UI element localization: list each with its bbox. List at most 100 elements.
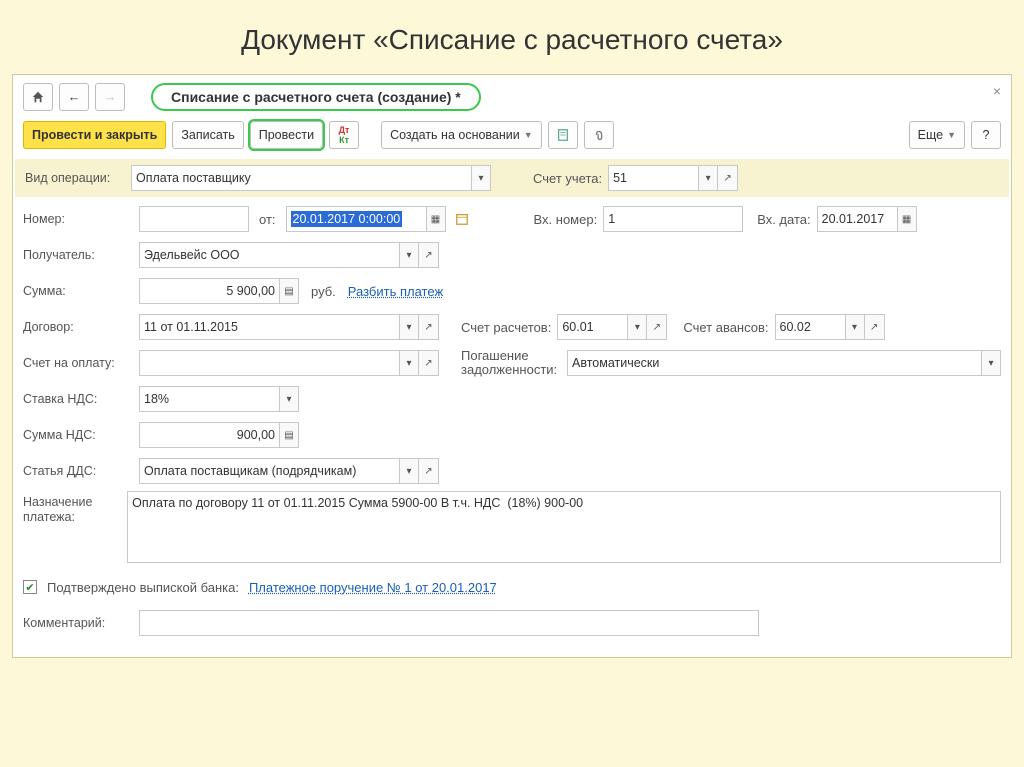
sum-input[interactable] xyxy=(139,278,279,304)
dds-label: Статья ДДС: xyxy=(23,464,133,478)
calculator-icon[interactable]: ▤ xyxy=(279,278,299,304)
bank-confirm-link[interactable]: Платежное поручение № 1 от 20.01.2017 xyxy=(249,580,497,595)
report-button[interactable] xyxy=(548,121,578,149)
acct-calc-label: Счет расчетов: xyxy=(461,320,551,335)
account-label: Счет учета: xyxy=(533,171,602,186)
contract-input[interactable] xyxy=(139,314,399,340)
help-button[interactable]: ? xyxy=(971,121,1001,149)
vat-sum-input[interactable] xyxy=(139,422,279,448)
chevron-down-icon[interactable]: ▾ xyxy=(698,165,718,191)
in-number-input[interactable] xyxy=(603,206,743,232)
chevron-down-icon: ▼ xyxy=(947,130,956,140)
chevron-down-icon[interactable]: ▾ xyxy=(399,458,419,484)
contract-combo[interactable]: ▾ ↗ xyxy=(139,314,439,340)
operation-type-input[interactable] xyxy=(131,165,471,191)
bank-confirm-row: ✔ Подтверждено выпиской банка: Платежное… xyxy=(23,571,1001,603)
open-icon[interactable]: ↗ xyxy=(647,314,667,340)
arrow-right-icon: → xyxy=(104,90,117,104)
chevron-down-icon[interactable]: ▾ xyxy=(471,165,491,191)
titlebar: ← → Списание с расчетного счета (создани… xyxy=(13,75,1011,117)
in-number-label: Вх. номер: xyxy=(534,212,598,227)
calendar2-icon[interactable] xyxy=(452,206,472,232)
paperclip-icon xyxy=(592,128,606,142)
split-payment-link[interactable]: Разбить платеж xyxy=(348,284,443,299)
close-icon[interactable]: × xyxy=(993,83,1001,99)
date-combo[interactable]: 20.01.2017 0:00:00 ▦ xyxy=(286,206,446,232)
acct-calc-input[interactable] xyxy=(557,314,627,340)
invoice-input[interactable] xyxy=(139,350,399,376)
open-icon[interactable]: ↗ xyxy=(419,350,439,376)
open-icon[interactable]: ↗ xyxy=(419,458,439,484)
purpose-textarea[interactable] xyxy=(127,491,1001,563)
sum-combo[interactable]: ▤ xyxy=(139,278,299,304)
open-icon[interactable]: ↗ xyxy=(865,314,885,340)
calendar-icon[interactable]: ▦ xyxy=(426,206,446,232)
home-button[interactable] xyxy=(23,83,53,111)
dds-input[interactable] xyxy=(139,458,399,484)
post-and-close-button[interactable]: Провести и закрыть xyxy=(23,121,166,149)
dtkt-button[interactable]: ДтКт xyxy=(329,121,359,149)
bank-confirm-checkbox[interactable]: ✔ xyxy=(23,580,37,594)
comment-input[interactable] xyxy=(139,610,759,636)
operation-type-label: Вид операции: xyxy=(25,171,125,185)
calculator-icon[interactable]: ▤ xyxy=(279,422,299,448)
forward-button[interactable]: → xyxy=(95,83,125,111)
chevron-down-icon[interactable]: ▾ xyxy=(399,314,419,340)
open-icon[interactable]: ↗ xyxy=(419,242,439,268)
form-body: Номер: от: 20.01.2017 0:00:00 ▦ Вх. номе… xyxy=(13,203,1011,639)
account-combo[interactable]: ▾ ↗ xyxy=(608,165,738,191)
currency-label: руб. xyxy=(311,284,336,299)
attachment-button[interactable] xyxy=(584,121,614,149)
debt-combo[interactable]: ▾ xyxy=(567,350,1001,376)
date-input[interactable]: 20.01.2017 0:00:00 xyxy=(291,211,403,227)
dds-row: Статья ДДС: ▾ ↗ xyxy=(23,455,1001,487)
create-based-button[interactable]: Создать на основании ▼ xyxy=(381,121,542,149)
date-label: от: xyxy=(259,212,276,227)
recipient-input[interactable] xyxy=(139,242,399,268)
open-icon[interactable]: ↗ xyxy=(419,314,439,340)
in-date-combo[interactable]: ▦ xyxy=(817,206,917,232)
chevron-down-icon: ▼ xyxy=(524,130,533,140)
acct-adv-combo[interactable]: ▾ ↗ xyxy=(775,314,885,340)
document-icon xyxy=(556,128,570,142)
chevron-down-icon[interactable]: ▾ xyxy=(399,242,419,268)
number-input[interactable] xyxy=(139,206,249,232)
chevron-down-icon[interactable]: ▾ xyxy=(845,314,865,340)
chevron-down-icon[interactable]: ▾ xyxy=(279,386,299,412)
vat-sum-combo[interactable]: ▤ xyxy=(139,422,299,448)
debt-label: Погашение задолженности: xyxy=(461,349,561,378)
save-button[interactable]: Записать xyxy=(172,121,243,149)
more-button[interactable]: Еще ▼ xyxy=(909,121,965,149)
vat-rate-label: Ставка НДС: xyxy=(23,392,133,406)
chevron-down-icon[interactable]: ▾ xyxy=(399,350,419,376)
account-input[interactable] xyxy=(608,165,698,191)
vat-rate-input[interactable] xyxy=(139,386,279,412)
page-heading: Документ «Списание с расчетного счета» xyxy=(12,24,1012,56)
in-date-input[interactable] xyxy=(817,206,897,232)
comment-row: Комментарий: xyxy=(23,607,1001,639)
vat-rate-row: Ставка НДС: ▾ xyxy=(23,383,1001,415)
acct-calc-combo[interactable]: ▾ ↗ xyxy=(557,314,667,340)
operation-type-combo[interactable]: ▾ xyxy=(131,165,491,191)
post-button[interactable]: Провести xyxy=(250,121,323,149)
calendar-icon[interactable]: ▦ xyxy=(897,206,917,232)
invoice-label: Счет на оплату: xyxy=(23,356,133,370)
acct-adv-input[interactable] xyxy=(775,314,845,340)
toolbar: Провести и закрыть Записать Провести ДтК… xyxy=(13,117,1011,159)
back-button[interactable]: ← xyxy=(59,83,89,111)
dtkt-icon: ДтКт xyxy=(339,125,350,145)
home-icon xyxy=(31,90,45,104)
invoice-combo[interactable]: ▾ ↗ xyxy=(139,350,439,376)
chevron-down-icon[interactable]: ▾ xyxy=(981,350,1001,376)
open-icon[interactable]: ↗ xyxy=(718,165,738,191)
sum-row: Сумма: ▤ руб. Разбить платеж xyxy=(23,275,1001,307)
sum-label: Сумма: xyxy=(23,284,133,298)
window-title: Списание с расчетного счета (создание) * xyxy=(151,83,481,111)
recipient-combo[interactable]: ▾ ↗ xyxy=(139,242,439,268)
debt-input[interactable] xyxy=(567,350,981,376)
vat-rate-combo[interactable]: ▾ xyxy=(139,386,299,412)
dds-combo[interactable]: ▾ ↗ xyxy=(139,458,439,484)
document-window: × ← → Списание с расчетного счета (созда… xyxy=(12,74,1012,658)
recipient-label: Получатель: xyxy=(23,248,133,262)
chevron-down-icon[interactable]: ▾ xyxy=(627,314,647,340)
